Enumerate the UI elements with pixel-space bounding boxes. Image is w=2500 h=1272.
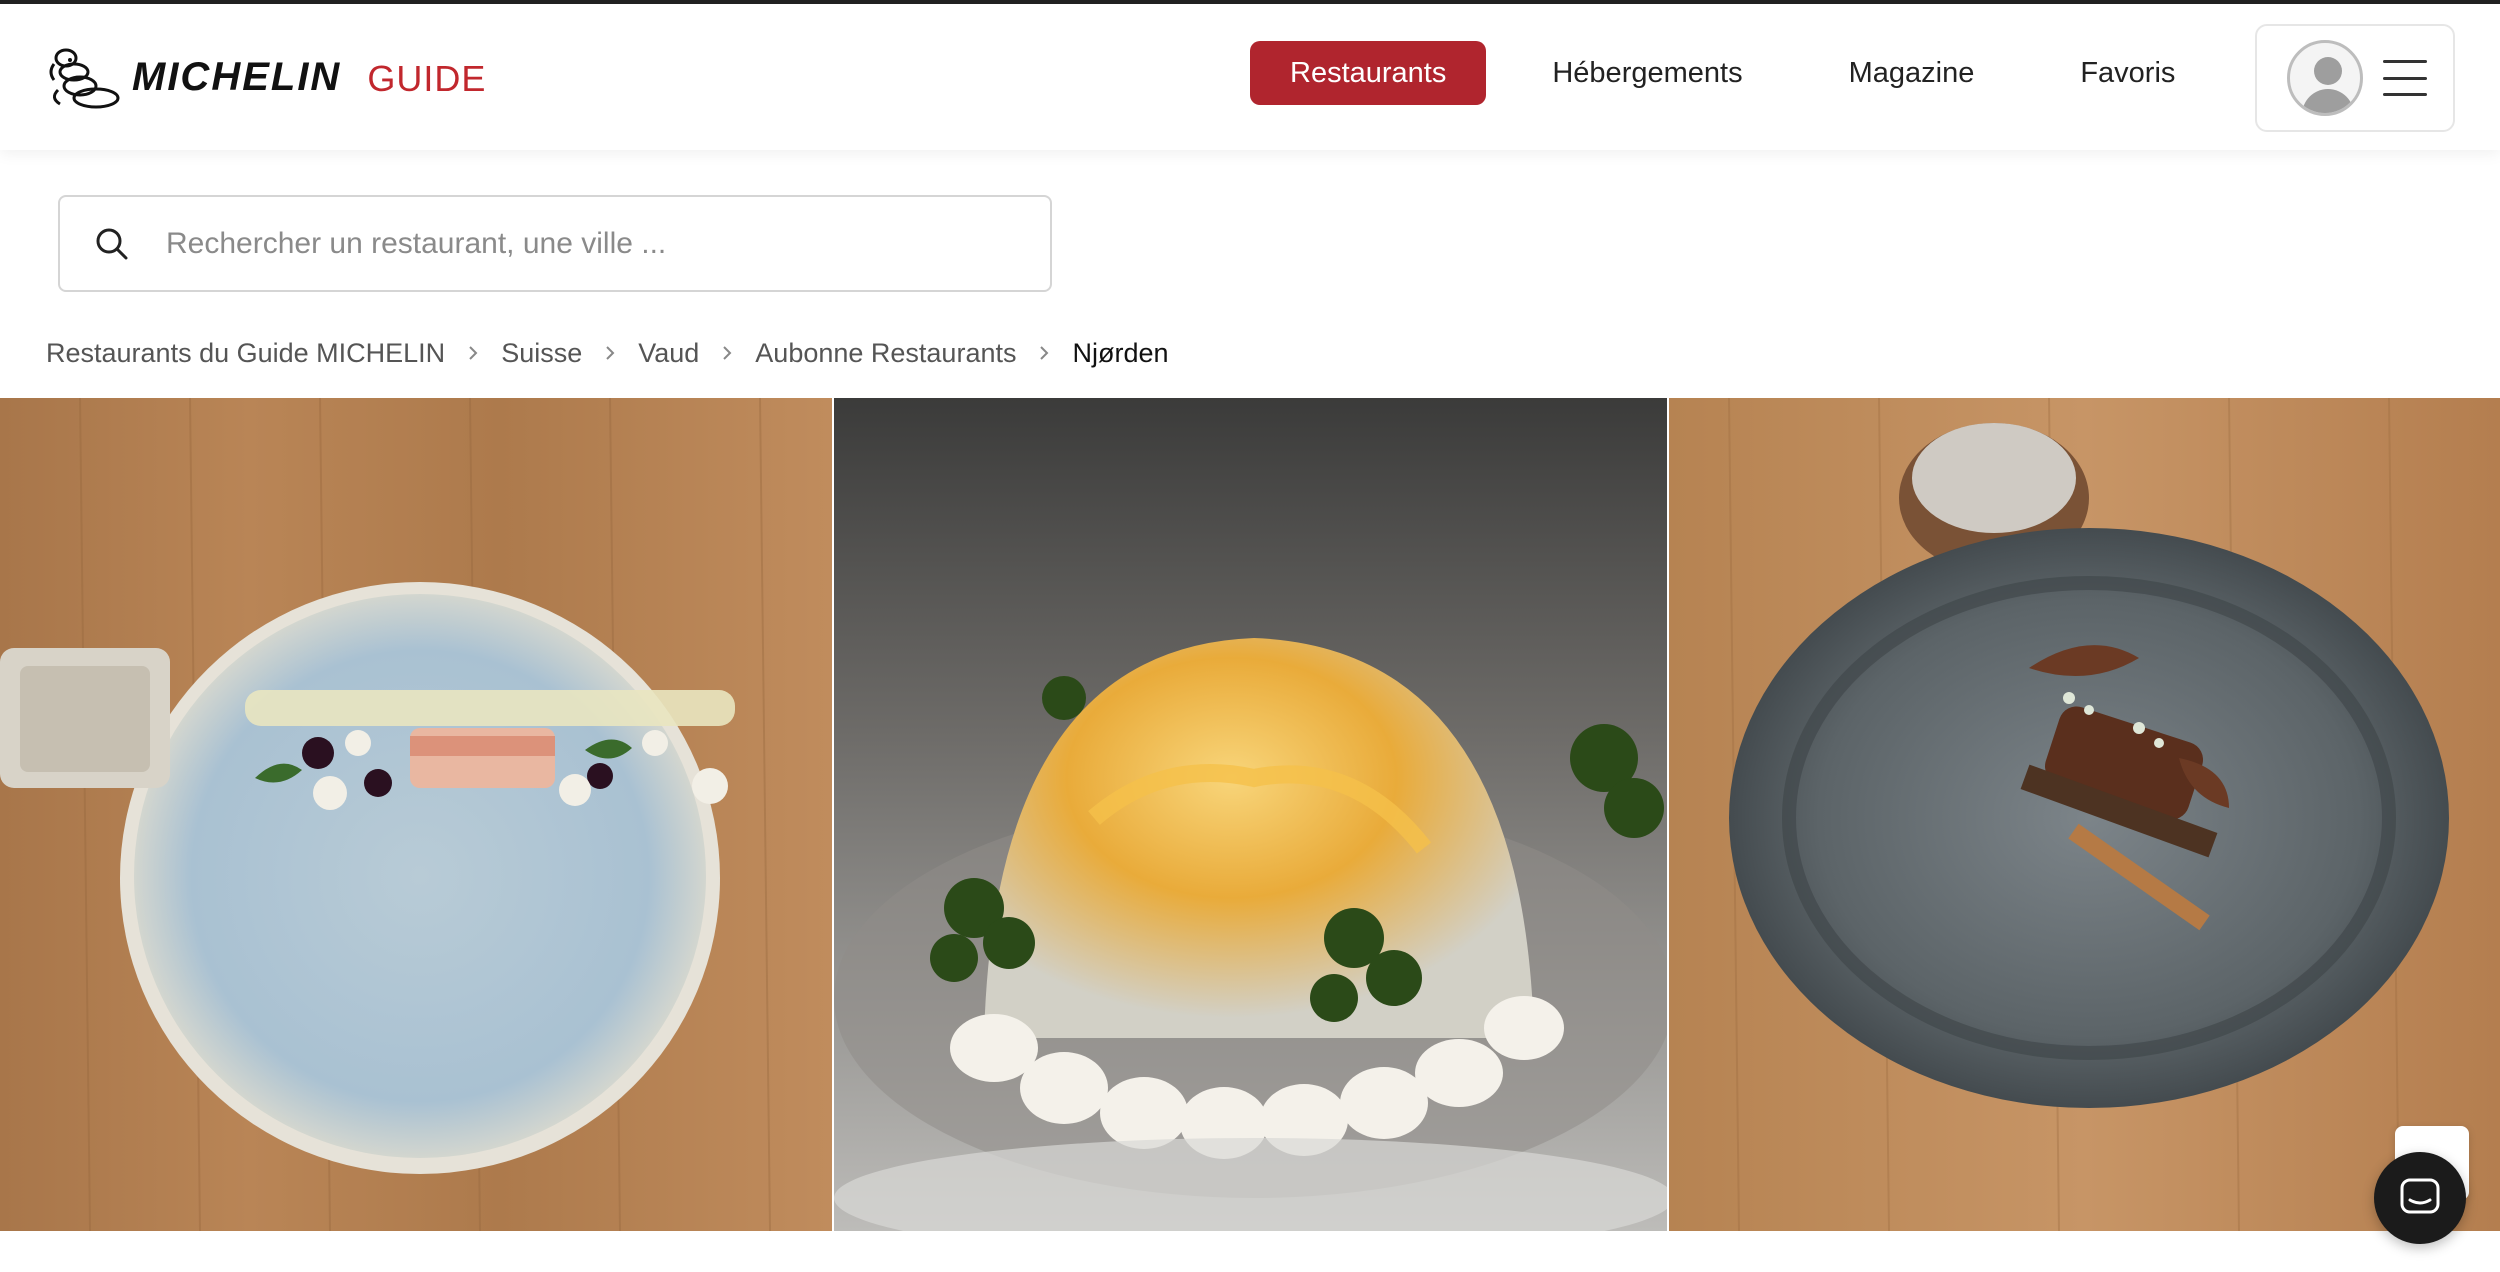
chevron-right-icon — [604, 333, 616, 373]
nav-hebergements[interactable]: Hébergements — [1512, 41, 1782, 105]
user-avatar-icon[interactable] — [2287, 40, 2363, 116]
search-bar[interactable] — [58, 195, 1052, 292]
chocolate-dessert-photo[interactable] — [1669, 398, 2500, 1231]
hamburger-menu-icon[interactable] — [2383, 60, 2427, 96]
breadcrumb-item-suisse[interactable]: Suisse — [501, 338, 582, 369]
nav-magazine[interactable]: Magazine — [1809, 41, 2015, 105]
main-nav: Restaurants Hébergements Magazine Favori… — [1250, 41, 2241, 105]
guide-wordmark: GUIDE — [367, 58, 487, 99]
citrus-dome-dessert-photo[interactable] — [834, 398, 1667, 1231]
chevron-right-icon — [1038, 333, 1050, 373]
page-content-start — [0, 1231, 2500, 1272]
site-header: MICHELIN GUIDE Restaurants Hébergements … — [0, 4, 2500, 150]
michelin-guide-logo[interactable]: MICHELIN GUIDE — [44, 44, 486, 114]
breadcrumb-item-restaurants[interactable]: Restaurants du Guide MICHELIN — [46, 338, 445, 369]
breadcrumb: Restaurants du Guide MICHELIN Suisse Vau… — [46, 333, 1169, 373]
nav-favoris[interactable]: Favoris — [2040, 41, 2215, 105]
nav-restaurants[interactable]: Restaurants — [1250, 41, 1487, 105]
chat-bubble-icon[interactable] — [2374, 1152, 2466, 1244]
photo-gallery — [0, 398, 2500, 1231]
michelin-wordmark: MICHELIN — [132, 54, 342, 99]
user-menu-button[interactable] — [2255, 24, 2455, 132]
breadcrumb-item-aubonne[interactable]: Aubonne Restaurants — [755, 338, 1016, 369]
bibendum-logo-icon — [49, 48, 120, 109]
chevron-right-icon — [721, 333, 733, 373]
chevron-right-icon — [467, 333, 479, 373]
breadcrumb-item-vaud[interactable]: Vaud — [638, 338, 699, 369]
breadcrumb-item-current: Njørden — [1072, 337, 1169, 368]
search-icon[interactable] — [92, 224, 132, 264]
search-input[interactable] — [166, 226, 986, 261]
plated-fish-dish-photo[interactable] — [0, 398, 832, 1231]
